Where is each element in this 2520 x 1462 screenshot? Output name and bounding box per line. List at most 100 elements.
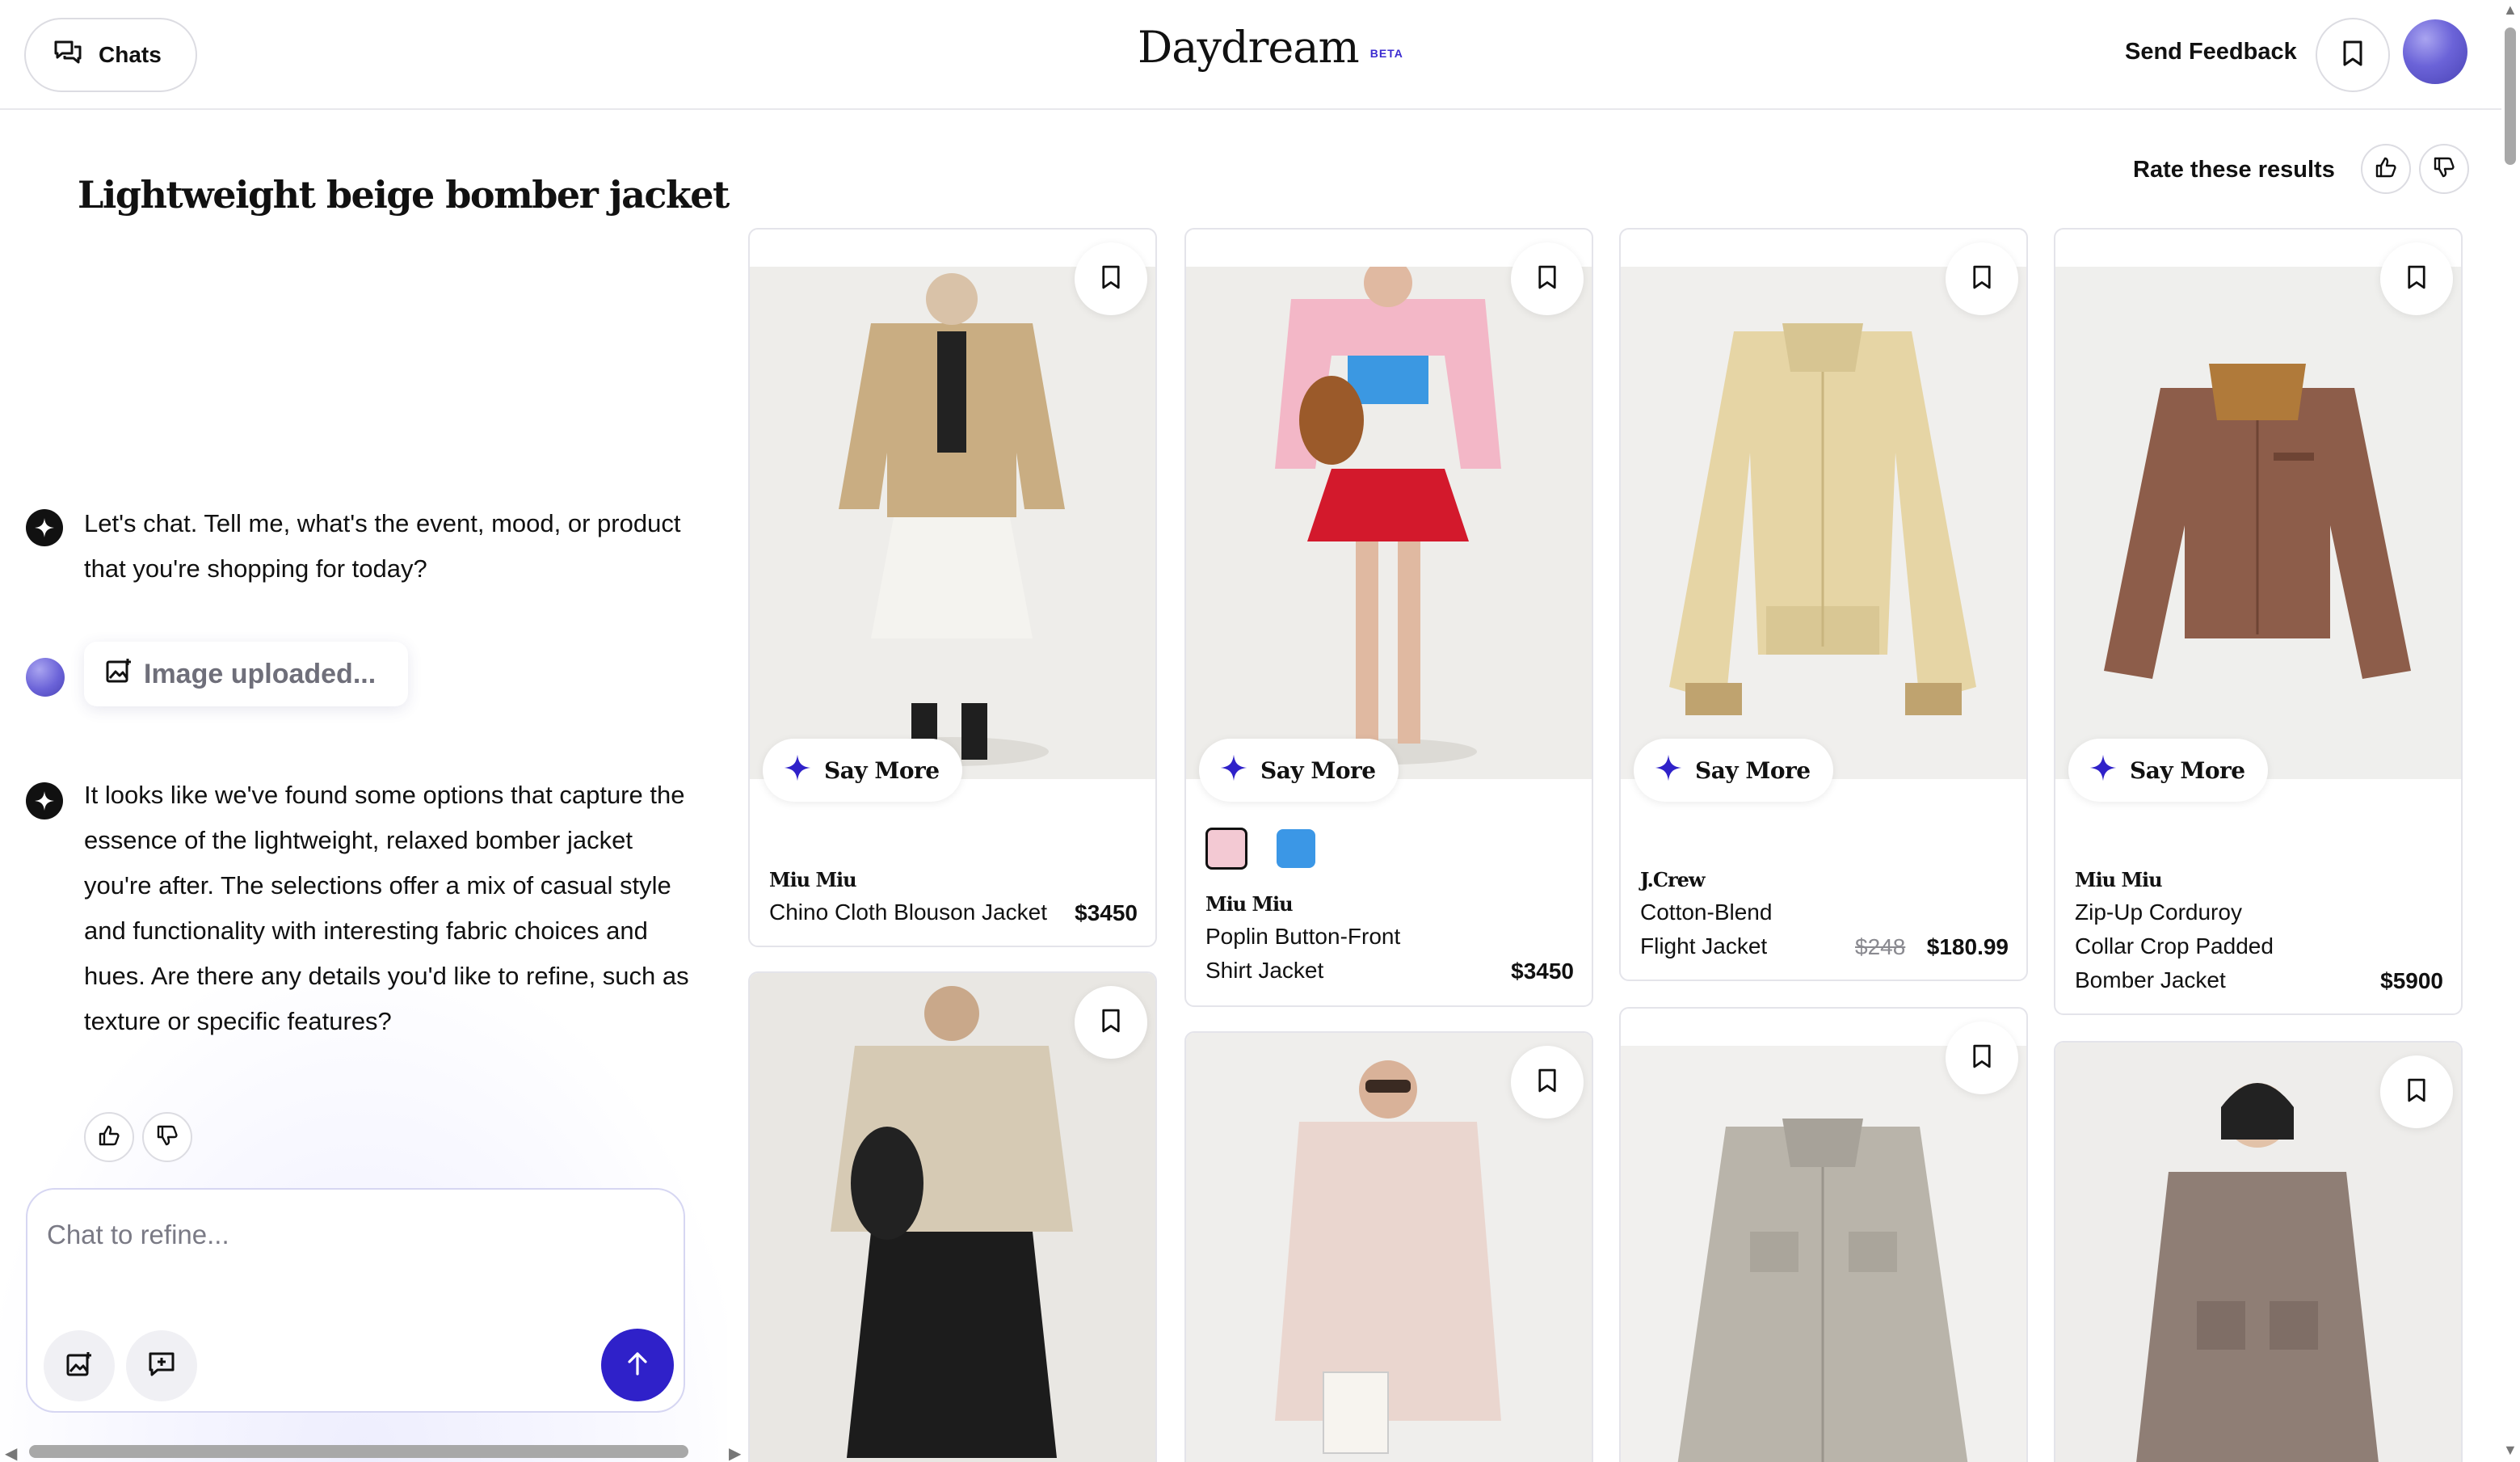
scroll-up-arrow-icon[interactable]: ▲	[2503, 2, 2518, 19]
product-image[interactable]	[1621, 267, 2026, 779]
product-card[interactable]: Say More Miu Miu Chino Cloth Blouson Jac…	[748, 228, 1157, 947]
say-more-button[interactable]: Say More	[1634, 739, 1833, 802]
rate-results-label: Rate these results	[2133, 157, 2335, 183]
sale-price: $180.99	[1926, 934, 2009, 959]
color-swatch-pink[interactable]	[1205, 828, 1247, 870]
product-name-line: Flight Jacket	[1640, 933, 1768, 959]
bookmark-icon	[1538, 264, 1557, 294]
scroll-down-arrow-icon[interactable]: ▼	[2503, 1442, 2518, 1459]
save-product-button[interactable]	[1075, 242, 1147, 315]
daydream-logo[interactable]: Daydream BETA	[1138, 26, 1403, 70]
product-brand: Miu Miu	[1205, 892, 1294, 916]
search-query-title: Lightweight beige bomber jacket	[78, 173, 730, 217]
message-plus-icon	[148, 1351, 175, 1381]
product-card[interactable]: Say More Miu Miu Zip-Up Corduroy Collar …	[2054, 228, 2463, 1015]
product-name-line: Zip-Up Corduroy	[2075, 900, 2242, 925]
bookmark-icon	[2342, 40, 2363, 71]
assistant-message: It looks like we've found some options t…	[84, 781, 689, 1035]
save-product-button[interactable]	[1511, 242, 1584, 315]
bookmark-icon	[1538, 1068, 1557, 1098]
say-more-button[interactable]: Say More	[1199, 739, 1399, 802]
product-image[interactable]	[750, 267, 1155, 779]
color-swatch-blue[interactable]	[1277, 829, 1315, 868]
message-thumbs-up-button[interactable]	[84, 1112, 134, 1162]
message-thumbs-down-button[interactable]	[142, 1112, 192, 1162]
send-button[interactable]	[601, 1329, 674, 1401]
chat-composer	[26, 1188, 685, 1413]
product-image[interactable]	[1621, 1046, 2026, 1462]
bookmark-icon	[1101, 1008, 1121, 1038]
product-card[interactable]: Say More J.Crew Cotton-Blend Flight Jack…	[1619, 228, 2028, 981]
save-product-button[interactable]	[2380, 1055, 2453, 1128]
product-price: $5900	[2380, 968, 2443, 993]
say-more-button[interactable]: Say More	[763, 739, 962, 802]
product-card[interactable]	[1184, 1031, 1593, 1462]
product-card[interactable]: Say More Miu Miu Poplin Button-Front Shi…	[1184, 228, 1593, 1007]
say-more-label: Say More	[824, 756, 940, 784]
product-image[interactable]	[1186, 267, 1592, 779]
save-product-button[interactable]	[2380, 242, 2453, 315]
chats-label: Chats	[99, 42, 162, 67]
product-price: $3450	[1511, 959, 1574, 984]
product-image[interactable]	[2055, 267, 2461, 779]
product-card[interactable]	[2054, 1041, 2463, 1462]
save-product-button[interactable]	[1946, 1022, 2018, 1094]
product-brand: Miu Miu	[769, 868, 857, 891]
sparkle-icon	[1218, 752, 1249, 789]
product-price: $3450	[1075, 900, 1138, 925]
product-card[interactable]	[748, 971, 1157, 1462]
bookmark-icon	[2407, 264, 2426, 294]
user-avatar[interactable]	[2403, 19, 2467, 84]
product-name-line: Poplin Button-Front	[1205, 924, 1401, 949]
original-price: $248	[1855, 934, 1906, 959]
product-name-line: Collar Crop Padded	[2075, 933, 2274, 959]
product-name-line: Cotton-Blend	[1640, 900, 1773, 925]
beta-badge: BETA	[1369, 47, 1403, 60]
product-name-line: Bomber Jacket	[2075, 967, 2226, 992]
product-brand: Miu Miu	[2075, 868, 2163, 891]
thumbs-down-icon	[2433, 156, 2455, 183]
product-card[interactable]	[1619, 1007, 2028, 1462]
assistant-message: Let's chat. Tell me, what's the event, m…	[84, 509, 681, 583]
chat-refine-input[interactable]	[47, 1211, 645, 1259]
say-more-label: Say More	[1260, 756, 1376, 784]
save-product-button[interactable]	[1511, 1046, 1584, 1119]
vertical-scrollbar[interactable]	[2505, 27, 2516, 165]
user-message-avatar	[26, 658, 65, 697]
chat-bubbles-icon	[53, 40, 82, 71]
new-prompt-button[interactable]	[126, 1330, 197, 1401]
send-feedback-link[interactable]: Send Feedback	[2125, 39, 2297, 65]
horizontal-scrollbar[interactable]	[29, 1445, 688, 1458]
assistant-sparkle-icon	[26, 782, 63, 819]
bookmark-icon	[2407, 1077, 2426, 1107]
say-more-label: Say More	[2130, 756, 2245, 784]
sparkle-icon	[782, 752, 813, 789]
image-uploaded-message[interactable]: Image uploaded...	[84, 642, 409, 706]
product-name-line: Shirt Jacket	[1205, 958, 1324, 983]
thumbs-up-icon	[98, 1124, 120, 1151]
save-product-button[interactable]	[1946, 242, 2018, 315]
sparkle-icon	[1653, 752, 1684, 789]
thumbs-down-icon	[156, 1124, 179, 1151]
scroll-left-arrow-icon[interactable]: ◀	[5, 1443, 17, 1462]
say-more-label: Say More	[1695, 756, 1811, 784]
image-upload-icon	[105, 658, 133, 691]
bookmark-icon	[1101, 264, 1121, 294]
image-uploaded-label: Image uploaded...	[144, 658, 377, 689]
product-name: Chino Cloth Blouson Jacket	[769, 900, 1047, 925]
saved-items-button[interactable]	[2316, 18, 2390, 92]
scroll-right-arrow-icon[interactable]: ▶	[729, 1443, 741, 1462]
chats-button[interactable]: Chats	[24, 18, 197, 92]
save-product-button[interactable]	[1075, 986, 1147, 1059]
results-thumbs-down-button[interactable]	[2419, 144, 2469, 194]
product-brand: J.Crew	[1640, 868, 1706, 891]
say-more-button[interactable]: Say More	[2068, 739, 2268, 802]
results-thumbs-up-button[interactable]	[2361, 144, 2411, 194]
upload-image-button[interactable]	[44, 1330, 115, 1401]
top-bar: Chats Daydream BETA Send Feedback	[0, 0, 2501, 110]
image-add-icon	[65, 1351, 93, 1381]
arrow-up-icon	[624, 1350, 651, 1381]
logo-wordmark: Daydream	[1138, 22, 1360, 73]
sparkle-icon	[2088, 752, 2118, 789]
assistant-sparkle-icon	[26, 509, 63, 546]
